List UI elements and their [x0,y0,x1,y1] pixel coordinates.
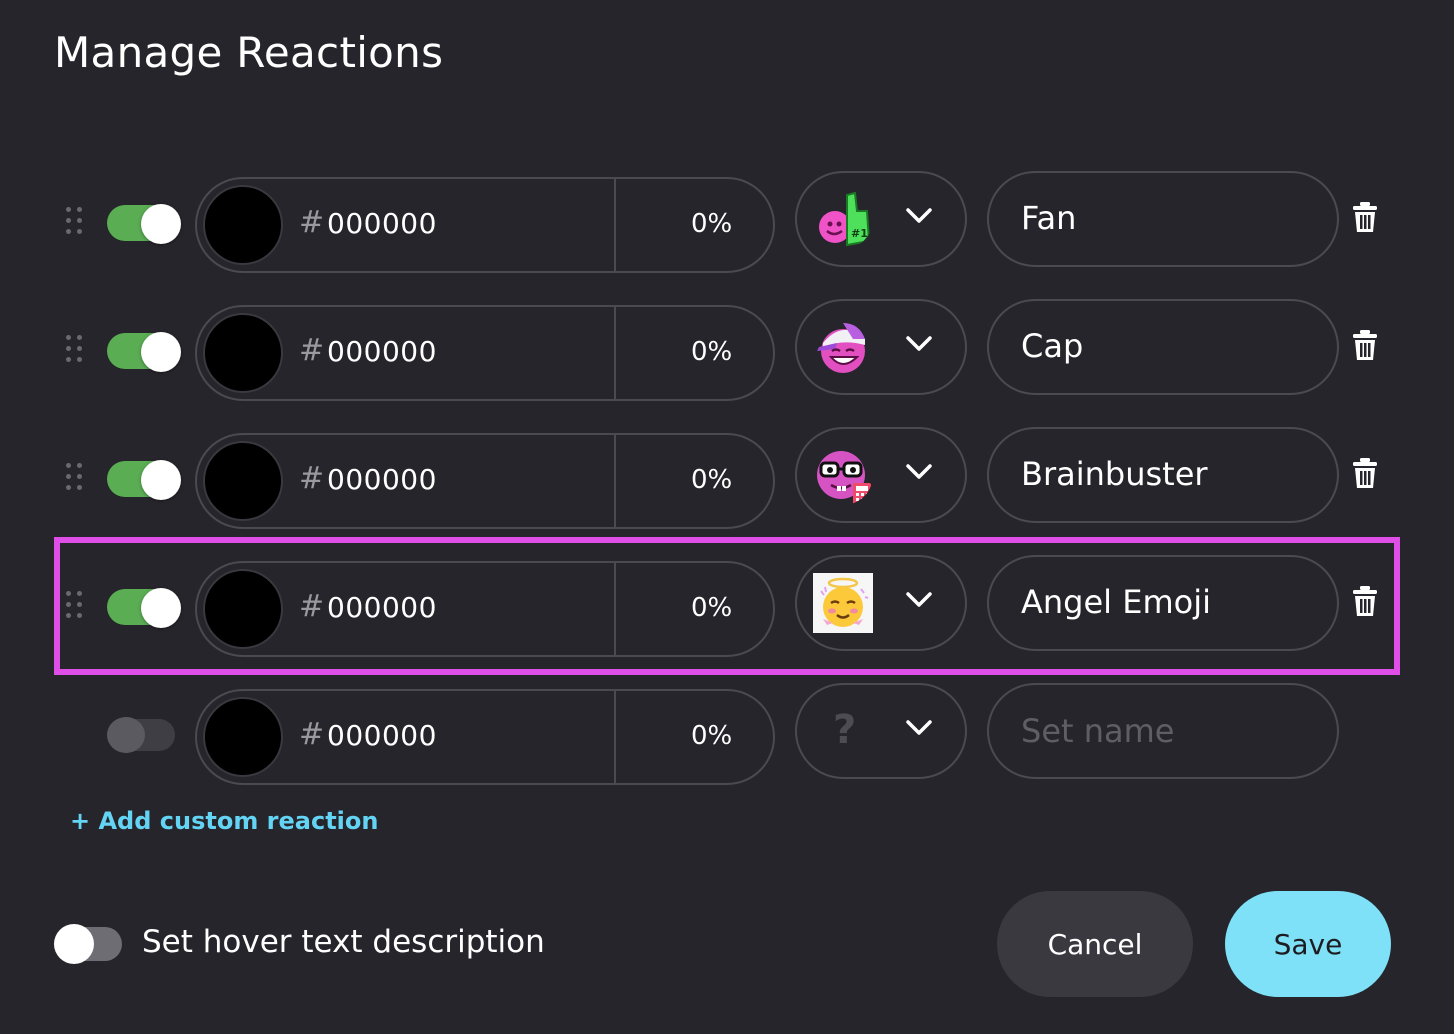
reaction-enabled-toggle[interactable] [107,332,181,372]
emoji-dropdown[interactable]: ? [795,683,967,779]
chevron-down-icon [906,464,932,479]
hover-text-toggle[interactable] [54,924,122,964]
toggle-knob [141,460,181,500]
reaction-name-field[interactable]: Fan [987,171,1339,267]
foam-finger-emoji-icon: #1 [813,189,873,249]
emoji-dropdown[interactable] [795,555,967,651]
chevron-down-icon [906,592,932,607]
hex-value-input[interactable]: 000000 [327,463,437,496]
color-swatch[interactable] [203,569,283,649]
hash-symbol: # [299,333,325,368]
reaction-row: # 000000 0% #1 Fan [0,171,1454,273]
reaction-row: # 000000 0% Brainbuster [0,427,1454,529]
reaction-enabled-toggle[interactable] [107,588,181,628]
reaction-name-field [987,683,1339,779]
reaction-name[interactable]: Angel Emoji [1021,583,1211,621]
color-field: # 000000 0% [195,177,775,273]
toggle-knob [107,717,145,753]
reaction-name-field[interactable]: Cap [987,299,1339,395]
toggle-knob [141,204,181,244]
opacity-input[interactable]: 0% [691,593,732,623]
set-name-input[interactable] [1021,707,1311,755]
new-reaction-row: # 000000 0% ? [0,683,1454,785]
opacity-input[interactable]: 0% [691,337,732,367]
nerd-calculator-emoji-icon [813,445,873,505]
chevron-down-icon [906,336,932,351]
reaction-name-field[interactable]: Brainbuster [987,427,1339,523]
color-swatch[interactable] [203,185,283,265]
hex-value-input[interactable]: 000000 [327,591,437,624]
reaction-name-field[interactable]: Angel Emoji [987,555,1339,651]
emoji-dropdown[interactable]: #1 [795,171,967,267]
opacity-input[interactable]: 0% [691,209,732,239]
field-divider [614,691,616,783]
reaction-name[interactable]: Fan [1021,199,1076,237]
question-mark-icon: ? [833,707,857,753]
trash-icon[interactable] [1352,585,1378,617]
drag-handle-icon[interactable] [66,335,84,363]
reaction-enabled-toggle[interactable] [107,460,181,500]
reaction-name[interactable]: Brainbuster [1021,455,1208,493]
trash-icon[interactable] [1352,201,1378,233]
trash-icon[interactable] [1352,329,1378,361]
hex-value-input[interactable]: 000000 [327,335,437,368]
trash-icon[interactable] [1352,457,1378,489]
opacity-input[interactable]: 0% [691,465,732,495]
emoji-dropdown[interactable] [795,427,967,523]
field-divider [614,563,616,655]
field-divider [614,307,616,399]
cancel-button[interactable]: Cancel [997,891,1193,997]
drag-handle-icon[interactable] [66,207,84,235]
toggle-knob [54,924,94,964]
color-swatch[interactable] [203,441,283,521]
reaction-row: # 000000 0% Angel Emoji [0,555,1454,657]
field-divider [614,435,616,527]
add-custom-reaction-link[interactable]: + Add custom reaction [70,807,378,835]
chevron-down-icon [906,720,932,735]
hash-symbol: # [299,589,325,624]
emoji-dropdown[interactable] [795,299,967,395]
hash-symbol: # [299,717,325,752]
reaction-row: # 000000 0% Cap [0,299,1454,401]
color-field: # 000000 0% [195,561,775,657]
reaction-enabled-toggle[interactable] [107,717,175,753]
color-swatch[interactable] [203,697,283,777]
opacity-input[interactable]: 0% [691,721,732,751]
page-title: Manage Reactions [54,28,444,77]
toggle-knob [141,332,181,372]
hash-symbol: # [299,205,325,240]
drag-handle-icon[interactable] [66,463,84,491]
field-divider [614,179,616,271]
hover-text-label: Set hover text description [142,924,545,960]
angel-emoji-icon [813,573,873,633]
hex-value-input[interactable]: 000000 [327,207,437,240]
cap-emoji-icon [813,317,873,377]
hash-symbol: # [299,461,325,496]
reaction-name[interactable]: Cap [1021,327,1083,365]
chevron-down-icon [906,208,932,223]
hex-value-input[interactable]: 000000 [327,719,437,752]
reaction-enabled-toggle[interactable] [107,204,181,244]
color-field: # 000000 0% [195,689,775,785]
drag-handle-icon[interactable] [66,591,84,619]
color-field: # 000000 0% [195,433,775,529]
toggle-knob [141,588,181,628]
color-swatch[interactable] [203,313,283,393]
save-button[interactable]: Save [1225,891,1391,997]
color-field: # 000000 0% [195,305,775,401]
svg-text:#1: #1 [851,227,868,240]
